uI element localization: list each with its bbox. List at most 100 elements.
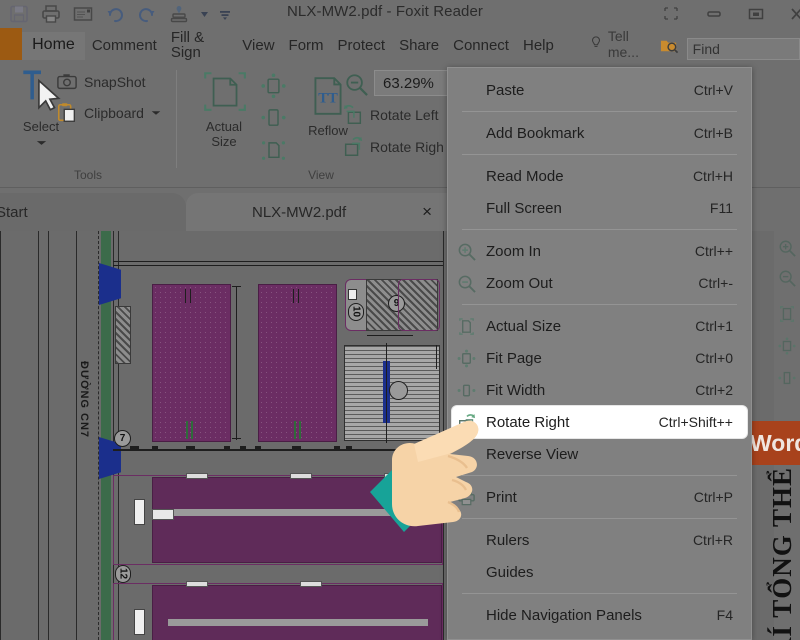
- document-tab-close-icon[interactable]: ×: [422, 202, 432, 222]
- fit-visible-button[interactable]: [260, 138, 287, 169]
- menu-item-guides[interactable]: Guides: [448, 556, 751, 588]
- plan-symbol-circle: [389, 381, 408, 400]
- fit-width-icon: [260, 106, 287, 130]
- print-icon: [457, 488, 476, 507]
- search-folder-icon[interactable]: [660, 37, 679, 60]
- fit-width-button[interactable]: [260, 106, 287, 135]
- document-tab-nlx-mw2[interactable]: NLX-MW2.pdf ×: [186, 193, 458, 231]
- zoom-out-icon[interactable]: [778, 269, 796, 287]
- clipboard-button[interactable]: Clipboard: [56, 102, 162, 124]
- menu-item-zoom-in[interactable]: Zoom In Ctrl++: [448, 235, 751, 267]
- menu-item-rotate-right[interactable]: Rotate Right Ctrl+Shift++: [452, 406, 747, 438]
- stamp-icon[interactable]: [168, 3, 190, 25]
- plan-fixture: [290, 473, 312, 479]
- customize-toolbar-icon[interactable]: [219, 3, 231, 25]
- menu-item-read-mode[interactable]: Read Mode Ctrl+H: [448, 160, 751, 192]
- stamp-dropdown-chevron-icon[interactable]: [200, 3, 209, 25]
- file-menu-button[interactable]: [0, 28, 22, 60]
- rotate-right-label: Rotate Righ: [370, 139, 444, 155]
- menu-item-label: Hide Navigation Panels: [486, 607, 642, 624]
- zoom-in-icon[interactable]: [778, 239, 796, 257]
- ribbon-tab-connect[interactable]: Connect: [446, 32, 516, 60]
- ribbon-group-view-label: View: [176, 168, 466, 182]
- snapshot-label: SnapShot: [84, 74, 146, 90]
- menu-item-fit-width[interactable]: Fit Width Ctrl+2: [448, 374, 751, 406]
- plan-line: [113, 261, 443, 262]
- plan-fixture: [191, 421, 193, 439]
- actual-size-icon: [200, 68, 248, 114]
- plan-road-dash: [130, 446, 139, 450]
- plan-callout-7: 7: [114, 430, 131, 447]
- save-icon[interactable]: [8, 3, 30, 25]
- print-icon[interactable]: [40, 3, 62, 25]
- minimize-icon[interactable]: [704, 4, 724, 24]
- menu-item-label: Reverse View: [486, 446, 578, 463]
- redo-icon[interactable]: [136, 3, 158, 25]
- ribbon-tab-comment[interactable]: Comment: [85, 32, 164, 60]
- menu-item-label: Rulers: [486, 532, 529, 549]
- menu-item-label: Read Mode: [486, 168, 564, 185]
- tell-me-control[interactable]: Tell me...: [589, 28, 653, 60]
- menu-separator: [462, 593, 737, 594]
- menu-item-fit-page[interactable]: Fit Page Ctrl+0: [448, 342, 751, 374]
- search-input[interactable]: Find: [687, 38, 800, 60]
- email-icon[interactable]: [72, 3, 94, 25]
- menu-item-label: Fit Page: [486, 350, 542, 367]
- plan-fixture: [298, 289, 299, 303]
- fit-page-icon[interactable]: [778, 337, 796, 355]
- rotate-left-button[interactable]: Rotate Left: [342, 104, 439, 126]
- menu-item-shortcut: Ctrl+P: [694, 489, 733, 505]
- menu-item-print[interactable]: Print Ctrl+P: [448, 481, 751, 513]
- menu-item-hide-navigation-panels[interactable]: Hide Navigation Panels F4: [448, 599, 751, 631]
- maximize-icon[interactable]: [746, 4, 766, 24]
- actual-size-button[interactable]: Actual Size: [192, 68, 256, 149]
- menu-item-shortcut: Ctrl+Shift++: [659, 414, 733, 430]
- ribbon-tab-share[interactable]: Share: [392, 32, 446, 60]
- menu-item-full-screen[interactable]: Full Screen F11: [448, 192, 751, 224]
- menu-item-shortcut: F11: [710, 200, 733, 216]
- ribbon-tab-help[interactable]: Help: [516, 32, 561, 60]
- ribbon-tab-view[interactable]: View: [235, 32, 281, 60]
- plan-fixture: [186, 473, 208, 479]
- fit-page-button[interactable]: [260, 72, 287, 104]
- title-bar: NLX-MW2.pdf - Foxit Reader: [0, 0, 800, 28]
- ribbon-tab-home[interactable]: Home: [22, 32, 85, 60]
- word-badge: Word: [744, 421, 800, 465]
- menu-item-reverse-view[interactable]: Reverse View: [448, 438, 751, 470]
- actual-size-icon[interactable]: [778, 305, 796, 323]
- plan-line: [386, 343, 387, 443]
- menu-item-paste[interactable]: Paste Ctrl+V: [448, 74, 751, 106]
- ribbon-tab-form[interactable]: Form: [282, 32, 331, 60]
- plan-line: [113, 265, 443, 266]
- menu-item-rulers[interactable]: Rulers Ctrl+R: [448, 524, 751, 556]
- svg-text:TT: TT: [318, 90, 338, 106]
- fit-width-icon[interactable]: [778, 369, 796, 387]
- restore-layout-icon[interactable]: [662, 4, 682, 24]
- document-tab-start[interactable]: Start: [0, 193, 186, 231]
- menu-item-label: Fit Width: [486, 382, 545, 399]
- menu-item-actual-size[interactable]: Actual Size Ctrl+1: [448, 310, 751, 342]
- menu-item-label: Actual Size: [486, 318, 561, 335]
- plan-road-dash: [152, 446, 158, 450]
- menu-item-shortcut: Ctrl+-: [698, 275, 733, 291]
- menu-separator: [462, 111, 737, 112]
- menu-item-label: Guides: [486, 564, 534, 581]
- rotate-right-button[interactable]: Rotate Righ: [342, 136, 444, 158]
- zoom-out-button[interactable]: [344, 72, 369, 102]
- menu-item-zoom-out[interactable]: Zoom Out Ctrl+-: [448, 267, 751, 299]
- plan-entrance-marker: [99, 263, 121, 305]
- menu-separator: [462, 475, 737, 476]
- plan-line: [76, 231, 77, 640]
- close-icon[interactable]: [788, 4, 800, 24]
- ribbon-tab-fill-and-sign[interactable]: Fill & Sign: [164, 32, 235, 60]
- menu-item-add-bookmark[interactable]: Add Bookmark Ctrl+B: [448, 117, 751, 149]
- ribbon-tab-protect[interactable]: Protect: [331, 32, 393, 60]
- plan-warehouse-block: [152, 585, 442, 640]
- plan-internal-corridor: [168, 619, 428, 626]
- menu-item-label: Full Screen: [486, 200, 562, 217]
- fit-page-icon: [260, 72, 287, 99]
- rotate-left-icon: [342, 104, 364, 126]
- clipboard-label: Clipboard: [84, 105, 144, 121]
- snapshot-button[interactable]: SnapShot: [56, 72, 146, 92]
- undo-icon[interactable]: [104, 3, 126, 25]
